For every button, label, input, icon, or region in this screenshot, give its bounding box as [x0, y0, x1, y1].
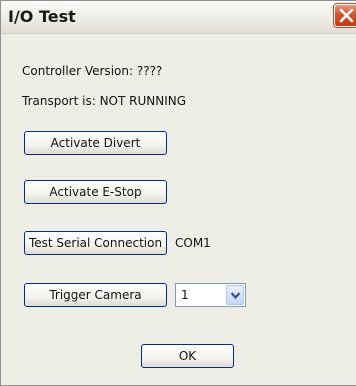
activate-divert-button[interactable]: Activate Divert [24, 131, 167, 155]
ok-button[interactable]: OK [141, 344, 234, 368]
controller-version-label: Controller Version: ???? [22, 64, 163, 78]
activate-estop-button[interactable]: Activate E-Stop [24, 180, 167, 204]
trigger-camera-button[interactable]: Trigger Camera [24, 283, 167, 307]
io-test-dialog: I/O Test Controller Version: ???? Transp… [0, 0, 356, 386]
window-title: I/O Test [8, 7, 76, 26]
test-serial-connection-button[interactable]: Test Serial Connection [24, 231, 167, 255]
camera-select[interactable]: 1 [175, 283, 246, 307]
title-bar[interactable]: I/O Test [1, 1, 356, 34]
close-button[interactable] [334, 4, 356, 27]
dropdown-arrow-button[interactable] [226, 285, 244, 305]
transport-status-label: Transport is: NOT RUNNING [22, 94, 187, 108]
close-x-icon [339, 8, 354, 23]
chevron-down-icon [230, 292, 241, 300]
camera-select-value: 1 [181, 288, 189, 302]
serial-port-label: COM1 [175, 236, 211, 250]
